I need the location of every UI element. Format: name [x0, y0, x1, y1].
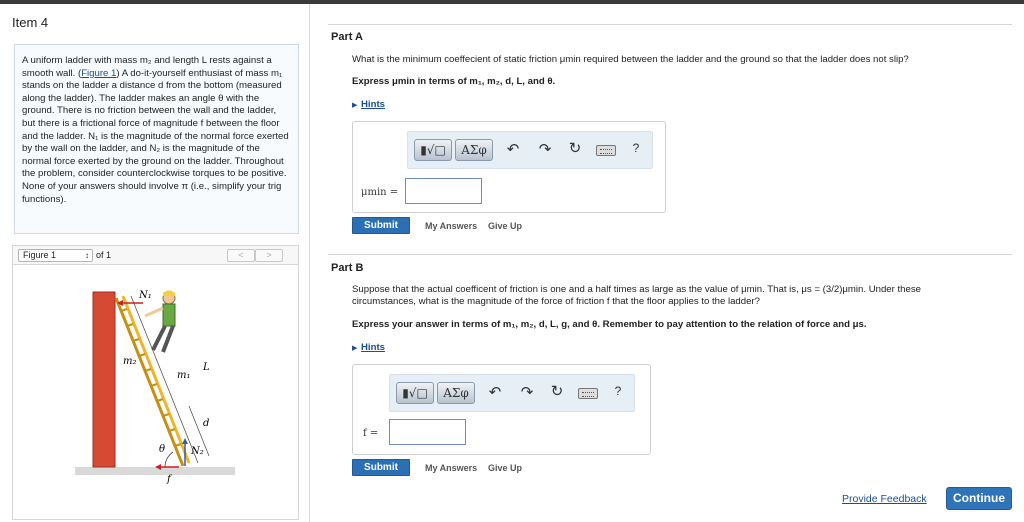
- part-b-express: Express your answer in terms of m₁, m₂, …: [352, 319, 867, 330]
- help-button[interactable]: ?: [627, 141, 645, 155]
- d-label: d: [203, 418, 209, 429]
- redo-icon[interactable]: ↷: [518, 383, 536, 401]
- ladder-figure: N₁ m₂ m₁ L d θ N₂ f: [75, 290, 235, 485]
- templates-button[interactable]: ▮√□: [396, 382, 434, 404]
- divider-top: [328, 24, 1012, 25]
- part-b-question-line1: Suppose that the actual coefficent of fr…: [352, 284, 921, 295]
- part-a-express: Express μmin in terms of m₁, m₂, d, L, a…: [352, 76, 556, 87]
- part-a-answer-input[interactable]: [405, 178, 482, 204]
- part-b-answer-input[interactable]: [389, 419, 466, 445]
- problem-statement: A uniform ladder with mass m₂ and length…: [14, 44, 299, 234]
- part-b-answer-label: f =: [363, 428, 379, 439]
- n2-label: N₂: [190, 446, 204, 457]
- part-b-title: Part B: [331, 262, 364, 274]
- updown-arrows-icon: ↕: [85, 251, 89, 260]
- problem-text-after: ) A do-it-yourself enthusiast of mass m₁…: [22, 67, 289, 205]
- part-a-math-toolbar: ▮√□ AΣφ ↶ ↷ ↻ ?: [407, 131, 653, 169]
- undo-icon[interactable]: ↶: [486, 383, 504, 401]
- part-b-give-up-link[interactable]: Give Up: [488, 463, 522, 473]
- continue-button[interactable]: Continue: [946, 487, 1012, 510]
- part-a-submit-button[interactable]: Submit: [352, 217, 410, 234]
- part-b-my-answers-link[interactable]: My Answers: [425, 463, 477, 473]
- reset-icon[interactable]: ↻: [548, 382, 566, 400]
- hints-expand-icon: ▶: [352, 102, 358, 109]
- part-a-question: What is the minimum coeffecient of stati…: [352, 54, 909, 65]
- theta-arc: [164, 451, 174, 468]
- part-b-question-line2: circumstances, what is the magnitude of …: [352, 296, 760, 307]
- part-b-math-toolbar: ▮√□ AΣφ ↶ ↷ ↻ ?: [389, 374, 635, 412]
- provide-feedback-link[interactable]: Provide Feedback: [842, 493, 927, 505]
- part-a-give-up-link[interactable]: Give Up: [488, 221, 522, 231]
- ground: [75, 467, 235, 475]
- part-b-hints-link[interactable]: Hints: [361, 342, 385, 353]
- figure-selector[interactable]: Figure 1 ↕: [18, 249, 93, 262]
- redo-icon[interactable]: ↷: [536, 140, 554, 158]
- reset-icon[interactable]: ↻: [566, 139, 584, 157]
- part-a-my-answers-link[interactable]: My Answers: [425, 221, 477, 231]
- item-title: Item 4: [12, 15, 49, 30]
- figure-toolbar: Figure 1 ↕ of 1 < >: [13, 246, 298, 265]
- templates-button[interactable]: ▮√□: [414, 139, 452, 161]
- part-b-answer-box: ▮√□ AΣφ ↶ ↷ ↻ ? f =: [352, 364, 651, 455]
- length-label: L: [202, 362, 210, 373]
- hints-expand-icon: ▶: [352, 345, 358, 352]
- keyboard-icon[interactable]: [596, 145, 616, 156]
- undo-icon[interactable]: ↶: [504, 140, 522, 158]
- part-b-submit-button[interactable]: Submit: [352, 459, 410, 476]
- part-a-hints-link[interactable]: Hints: [361, 99, 385, 110]
- wall: [92, 291, 116, 468]
- part-a-title: Part A: [331, 31, 363, 43]
- theta-label: θ: [159, 444, 165, 455]
- figure-link[interactable]: Figure 1: [81, 68, 116, 79]
- divider-middle: [328, 254, 1012, 255]
- part-a-answer-label: μmin =: [361, 187, 399, 198]
- m1-label: m₁: [177, 370, 191, 381]
- f-label: f: [166, 474, 173, 485]
- symbols-button[interactable]: AΣφ: [455, 139, 493, 161]
- left-pane: Item 4 A uniform ladder with mass m₂ and…: [0, 4, 310, 522]
- m2-label: m₂: [123, 356, 137, 367]
- figure-panel: Figure 1 ↕ of 1 < > N₁ m₂ m₁ L d θ N₂ f: [12, 245, 299, 520]
- prev-figure-button[interactable]: <: [227, 249, 255, 262]
- n1-label: N₁: [138, 290, 152, 301]
- keyboard-icon[interactable]: [578, 388, 598, 399]
- part-a-answer-box: ▮√□ AΣφ ↶ ↷ ↻ ? μmin =: [352, 121, 666, 213]
- help-button[interactable]: ?: [609, 384, 627, 398]
- figure-selector-label: Figure 1: [23, 250, 57, 260]
- next-figure-button[interactable]: >: [255, 249, 283, 262]
- symbols-button[interactable]: AΣφ: [437, 382, 475, 404]
- figure-count: of 1: [96, 250, 112, 260]
